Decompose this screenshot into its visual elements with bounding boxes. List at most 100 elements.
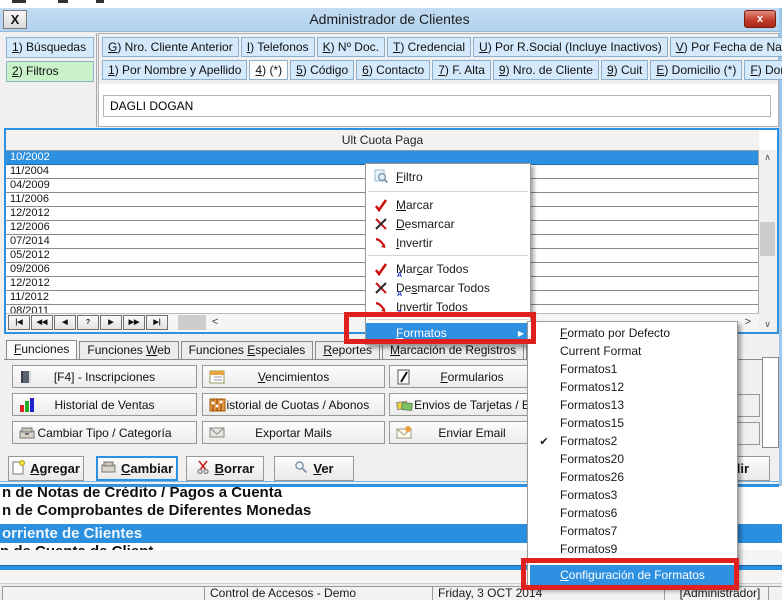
- invert-arrow-icon: [366, 236, 396, 250]
- background-clipped-text: n de Cuenta de Client: [0, 543, 420, 550]
- tab-funciones-web[interactable]: Funciones Web: [79, 341, 178, 359]
- x-mark-icon: [366, 217, 396, 231]
- annotation-box-formatos: [344, 312, 536, 344]
- submenu-item-current-format[interactable]: Current Format: [528, 342, 737, 360]
- title-bar[interactable]: Administrador de Clientes: [0, 8, 779, 32]
- submenu-item-formatos13[interactable]: Formatos13: [528, 396, 737, 414]
- submenu-item-formatos7[interactable]: Formatos7: [528, 522, 737, 540]
- status-panel-empty: [2, 586, 207, 600]
- formatos-submenu: Formato por Defecto Current Format Forma…: [527, 321, 738, 588]
- tab-nro-cliente-anterior[interactable]: G) Nro. Cliente Anterior: [102, 37, 239, 57]
- vertical-scrollbar[interactable]: ∧ ∨: [758, 150, 777, 332]
- annotation-box-configuracion: [521, 558, 739, 590]
- nav-next-button[interactable]: ▶: [100, 315, 122, 330]
- submenu-item-formatos12[interactable]: Formatos12: [528, 378, 737, 396]
- historial-ventas-button[interactable]: Historial de Ventas: [12, 393, 197, 416]
- submenu-item-formatos1[interactable]: Formatos1: [528, 360, 737, 378]
- horizontal-scroll-thumb[interactable]: [178, 315, 206, 330]
- book-icon: [19, 369, 34, 388]
- close-icon[interactable]: x: [744, 10, 776, 28]
- menu-item-desmarcar-todos[interactable]: A Desmarcar Todos: [366, 278, 530, 297]
- tab-cuit[interactable]: 9) Cuit: [601, 60, 648, 80]
- cambiar-button[interactable]: Cambiar: [96, 456, 178, 481]
- sidebar-tab-filtros[interactable]: 2) Filtros: [6, 61, 94, 82]
- scissors-icon: [196, 460, 210, 477]
- x-mark-all-icon: A: [366, 281, 396, 295]
- menu-item-desmarcar[interactable]: Desmarcar: [366, 214, 530, 233]
- scroll-right-icon[interactable]: >: [745, 314, 751, 331]
- nav-fast-forward-button[interactable]: ▶▶: [123, 315, 145, 330]
- agregar-button[interactable]: Agregar: [8, 456, 84, 481]
- tab-nro-de-cliente[interactable]: 9) Nro. de Cliente: [493, 60, 599, 80]
- nav-fast-back-button[interactable]: ◀◀: [31, 315, 53, 330]
- submenu-item-formatos6[interactable]: Formatos6: [528, 504, 737, 522]
- ver-button[interactable]: Ver: [274, 456, 354, 481]
- tab-telefonos[interactable]: I) Telefonos: [241, 37, 315, 57]
- tab-funciones[interactable]: Funciones: [6, 340, 77, 359]
- cambiar-tipo-button[interactable]: Cambiar Tipo / Categoría: [12, 421, 197, 444]
- tab-4-activo[interactable]: 4) (*): [249, 60, 288, 80]
- system-menu-close-button[interactable]: X: [3, 10, 27, 29]
- submenu-item-formatos3[interactable]: Formatos3: [528, 486, 737, 504]
- top-clipped-fragment: [12, 0, 26, 3]
- submenu-item-formato-defecto[interactable]: Formato por Defecto: [528, 324, 737, 342]
- cards-icon: [396, 397, 413, 416]
- check-red-icon: [366, 198, 396, 212]
- tab-domicilio[interactable]: E) Domicilio (*): [650, 60, 742, 80]
- scroll-left-icon[interactable]: <: [212, 314, 218, 331]
- borrar-button[interactable]: Borrar: [186, 456, 264, 481]
- background-text-line2: n de Comprobantes de Diferentes Monedas: [2, 502, 311, 519]
- nav-search-button[interactable]: ?: [77, 315, 99, 330]
- tab-codigo[interactable]: 5) Código: [290, 60, 354, 80]
- inscripciones-button[interactable]: [F4] - Inscripciones: [12, 365, 197, 388]
- tab-funciones-especiales[interactable]: Funciones Especiales: [181, 341, 314, 359]
- check-icon: ✔: [528, 435, 560, 448]
- filter-magnifier-icon: [366, 169, 396, 184]
- top-clipped-fragment: [96, 0, 104, 3]
- menu-item-marcar[interactable]: Marcar: [366, 195, 530, 214]
- search-input[interactable]: [103, 95, 771, 117]
- submenu-item-formatos15[interactable]: Formatos15: [528, 414, 737, 432]
- submenu-item-formatos20[interactable]: Formatos20: [528, 450, 737, 468]
- abacus-icon: [209, 397, 226, 416]
- nav-first-button[interactable]: |◀: [8, 315, 30, 330]
- status-panel-right-fragment: [768, 586, 782, 600]
- window-title: Administrador de Clientes: [0, 8, 779, 31]
- magnifier-icon: [294, 460, 308, 477]
- tab-contacto[interactable]: 6) Contacto: [356, 60, 430, 80]
- bar-chart-icon: [19, 397, 35, 416]
- nav-prev-button[interactable]: ◀: [54, 315, 76, 330]
- envelope-icon: [209, 425, 225, 442]
- status-panel-app: Control de Accesos - Demo: [204, 586, 435, 600]
- new-record-icon: [12, 460, 25, 478]
- menu-separator: [368, 191, 528, 192]
- nav-last-button[interactable]: ▶|: [146, 315, 168, 330]
- tab-n-doc[interactable]: K) Nº Doc.: [317, 37, 385, 57]
- historial-cuotas-button[interactable]: Historial de Cuotas / Abonos: [202, 393, 385, 416]
- submenu-item-formatos2[interactable]: ✔Formatos2: [528, 432, 737, 450]
- menu-separator: [368, 255, 528, 256]
- tab-f-alta[interactable]: 7) F. Alta: [432, 60, 491, 80]
- calendar-icon: [209, 369, 225, 388]
- submenu-item-formatos9[interactable]: Formatos9: [528, 540, 737, 558]
- tab-domicilio-cob[interactable]: F) Domicilio Cob.: [744, 60, 782, 80]
- tab-por-nombre-apellido[interactable]: 1) Por Nombre y Apellido: [102, 60, 247, 80]
- menu-item-invertir[interactable]: Invertir: [366, 233, 530, 252]
- sidebar-tab-busquedas[interactable]: 1) Búsquedas: [6, 37, 94, 58]
- menu-item-marcar-todos[interactable]: A Marcar Todos: [366, 259, 530, 278]
- top-clipped-fragment: [58, 0, 68, 3]
- vencimientos-button[interactable]: Vencimientos: [202, 365, 385, 388]
- tab-por-rsocial[interactable]: U) Por R.Social (Incluye Inactivos): [473, 37, 668, 57]
- vertical-scroll-thumb[interactable]: [760, 222, 775, 256]
- scroll-up-icon[interactable]: ∧: [760, 150, 775, 165]
- scroll-down-icon[interactable]: ∨: [760, 317, 775, 332]
- exportar-mails-button[interactable]: Exportar Mails: [202, 421, 385, 444]
- sidebar-divider: [96, 33, 97, 127]
- tab-credencial[interactable]: T) Credencial: [387, 37, 471, 57]
- edit-record-icon: [101, 460, 116, 477]
- submenu-item-formatos26[interactable]: Formatos26: [528, 468, 737, 486]
- grid-column-header[interactable]: Ult Cuota Paga: [6, 130, 759, 151]
- menu-item-filtro[interactable]: Filtro: [366, 165, 530, 188]
- tab-por-fecha-nac[interactable]: V) Por Fecha de Nac.: [670, 37, 782, 57]
- right-panel-fragment: [762, 357, 779, 448]
